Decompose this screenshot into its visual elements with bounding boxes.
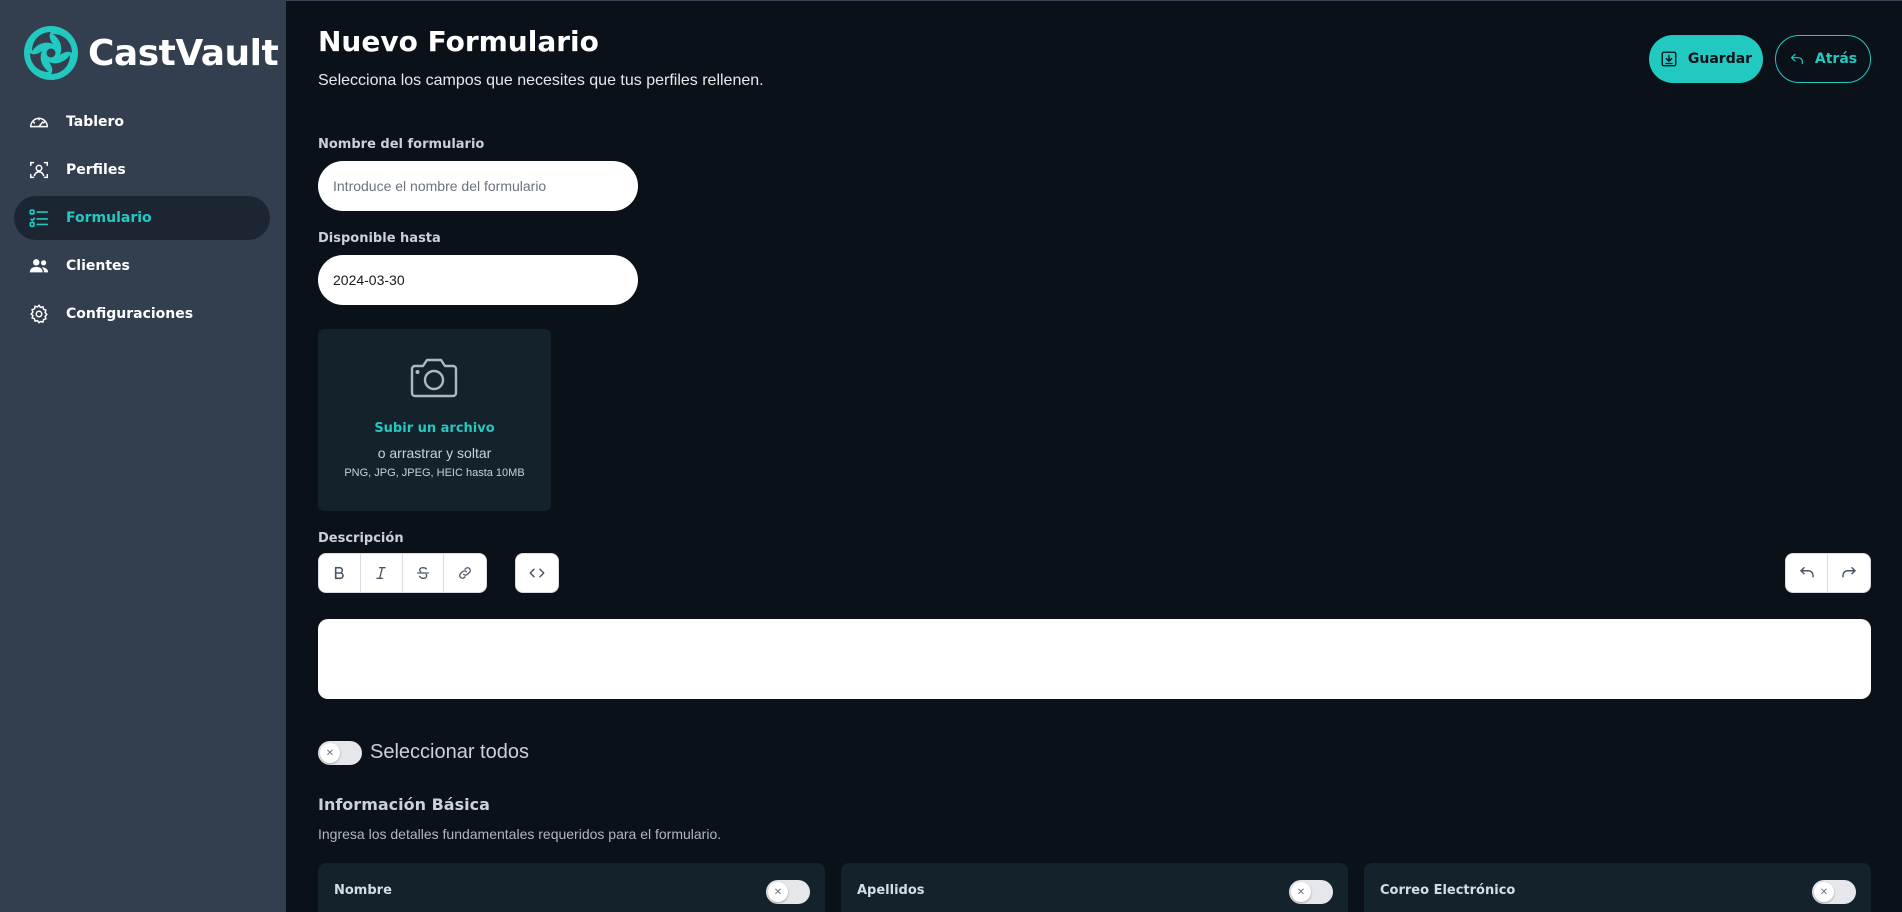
- sidebar-item-formulario[interactable]: Formulario: [14, 196, 270, 240]
- code-icon: [529, 568, 545, 578]
- toggle-off-x-icon: ✕: [1291, 882, 1311, 902]
- italic-icon: [376, 567, 386, 579]
- sidebar-item-configuraciones[interactable]: Configuraciones: [14, 292, 270, 336]
- field-card-label: Apellidos: [857, 883, 925, 898]
- code-button[interactable]: [516, 554, 558, 592]
- image-upload-dropzone[interactable]: Subir un archivo o arrastrar y soltar PN…: [318, 329, 551, 511]
- available-until-label: Disponible hasta: [318, 231, 441, 246]
- select-all-label: Seleccionar todos: [370, 741, 529, 763]
- section-title: Información Básica: [318, 795, 490, 814]
- page-subtitle: Selecciona los campos que necesites que …: [318, 72, 764, 89]
- upload-file-types: PNG, JPG, JPEG, HEIC hasta 10MB: [344, 467, 525, 479]
- field-card-correo: Correo Electrónico ✕: [1364, 863, 1871, 912]
- brand[interactable]: CastVault: [22, 24, 279, 82]
- form-name-input[interactable]: [318, 161, 638, 211]
- form-list-icon: [28, 207, 50, 229]
- page-title: Nuevo Formulario: [318, 25, 599, 58]
- undo-button[interactable]: [1786, 554, 1828, 592]
- link-icon: [459, 567, 472, 579]
- available-until-input[interactable]: [318, 255, 638, 305]
- history-toolbar: [1785, 553, 1871, 593]
- toggle-off-x-icon: ✕: [768, 882, 788, 902]
- form-name-label: Nombre del formulario: [318, 137, 485, 152]
- camera-icon: [410, 358, 458, 398]
- sidebar-nav: Tablero Perfiles Formulario Clientes Con…: [14, 100, 270, 340]
- upload-file-link[interactable]: Subir un archivo: [318, 421, 551, 436]
- redo-button[interactable]: [1828, 554, 1870, 592]
- code-toolbar: [515, 553, 559, 593]
- bold-icon: [335, 566, 345, 580]
- profile-id-icon: [28, 159, 50, 181]
- dashboard-gauge-icon: [28, 111, 50, 133]
- save-button[interactable]: Guardar: [1649, 35, 1763, 83]
- field-toggle-apellidos[interactable]: ✕: [1289, 880, 1333, 904]
- sidebar-item-perfiles[interactable]: Perfiles: [14, 148, 270, 192]
- field-card-label: Nombre: [334, 883, 392, 898]
- toggle-off-x-icon: ✕: [320, 743, 340, 763]
- bold-button[interactable]: [319, 554, 361, 592]
- gear-icon: [28, 303, 50, 325]
- select-all-toggle[interactable]: ✕: [318, 741, 362, 765]
- toggle-off-x-icon: ✕: [1814, 882, 1834, 902]
- redo-icon: [1842, 567, 1856, 578]
- sidebar-item-label: Clientes: [66, 258, 130, 274]
- save-download-icon: [1661, 51, 1677, 67]
- field-card-label: Correo Electrónico: [1380, 883, 1516, 898]
- castvault-logo-icon: [24, 26, 78, 80]
- sidebar-item-label: Perfiles: [66, 162, 126, 178]
- sidebar: CastVault Tablero Perfiles Formulario Cl…: [0, 0, 286, 912]
- section-description: Ingresa los detalles fundamentales reque…: [318, 826, 722, 842]
- italic-button[interactable]: [361, 554, 403, 592]
- strikethrough-icon: [416, 566, 429, 580]
- back-arrow-icon: [1790, 53, 1803, 65]
- brand-name: CastVault: [88, 32, 279, 74]
- sidebar-item-clientes[interactable]: Clientes: [14, 244, 270, 288]
- formatting-toolbar: [318, 553, 487, 593]
- back-button[interactable]: Atrás: [1775, 35, 1871, 83]
- sidebar-item-tablero[interactable]: Tablero: [14, 100, 270, 144]
- link-button[interactable]: [444, 554, 486, 592]
- strikethrough-button[interactable]: [403, 554, 445, 592]
- sidebar-item-label: Tablero: [66, 114, 125, 130]
- field-toggle-nombre[interactable]: ✕: [766, 880, 810, 904]
- field-card-nombre: Nombre ✕: [318, 863, 825, 912]
- description-editor[interactable]: [318, 619, 1871, 699]
- undo-icon: [1799, 567, 1814, 578]
- back-button-label: Atrás: [1814, 51, 1858, 67]
- main-content: Nuevo Formulario Selecciona los campos q…: [318, 0, 1902, 912]
- sidebar-item-label: Formulario: [66, 210, 152, 226]
- field-toggle-correo[interactable]: ✕: [1812, 880, 1856, 904]
- description-label: Descripción: [318, 531, 404, 546]
- save-button-label: Guardar: [1687, 51, 1753, 67]
- clients-users-icon: [28, 255, 50, 277]
- field-card-apellidos: Apellidos ✕: [841, 863, 1348, 912]
- sidebar-item-label: Configuraciones: [66, 306, 194, 322]
- upload-drag-text: o arrastrar y soltar: [377, 445, 492, 461]
